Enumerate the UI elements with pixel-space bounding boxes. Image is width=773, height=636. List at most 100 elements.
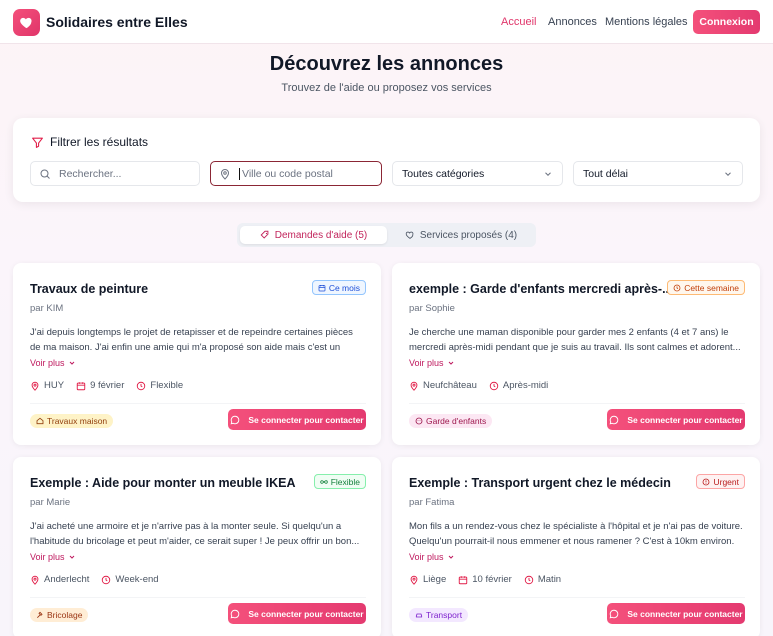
nav-accueil[interactable]: Accueil xyxy=(501,16,536,28)
category-tag: Travaux maison xyxy=(30,414,114,428)
calendar-icon xyxy=(76,381,86,390)
urgency-badge-label: Cette semaine xyxy=(684,282,739,293)
contact-button[interactable]: Se connecter pour contacter xyxy=(228,603,366,624)
listing-card: Travaux de peinture Ce mois par KIM J'ai… xyxy=(13,263,381,445)
message-icon xyxy=(609,609,619,618)
nav-annonces[interactable]: Annonces xyxy=(548,16,597,28)
clock-icon xyxy=(673,284,681,291)
category-tag-label: Garde d'enfants xyxy=(426,416,487,426)
map-pin-icon xyxy=(31,575,39,585)
card-divider xyxy=(409,597,745,598)
home-icon xyxy=(36,417,44,425)
date-label: 10 février xyxy=(472,574,512,585)
chevron-down-icon xyxy=(448,555,453,559)
time-label: Après-midi xyxy=(502,380,549,391)
listing-tabs: Demandes d'aide (5) Services proposés (4… xyxy=(237,223,536,247)
card-description: J'ai depuis longtemps le projet de retap… xyxy=(30,327,353,353)
chevron-down-icon xyxy=(725,171,731,176)
contact-button[interactable]: Se connecter pour contacter xyxy=(607,409,745,430)
listing-card: Exemple : Aide pour monter un meuble IKE… xyxy=(13,457,381,636)
see-more-link[interactable]: Voir plus xyxy=(409,552,455,562)
see-more-link[interactable]: Voir plus xyxy=(30,552,76,562)
time-item: Week-end xyxy=(101,574,159,585)
card-divider xyxy=(409,403,745,404)
urgency-badge-label: Urgent xyxy=(713,476,739,487)
alert-circle-icon xyxy=(703,478,710,485)
urgency-badge: Cette semaine xyxy=(667,280,745,295)
map-pin-icon xyxy=(410,381,418,391)
contact-button[interactable]: Se connecter pour contacter xyxy=(607,603,745,624)
filter-title: Filtrer les résultats xyxy=(31,135,148,149)
time-label: Week-end xyxy=(115,574,159,585)
card-title[interactable]: Exemple : Transport urgent chez le médec… xyxy=(409,476,671,490)
tab-services[interactable]: Services proposés (4) xyxy=(389,226,533,244)
card-title[interactable]: Travaux de peinture xyxy=(30,282,148,296)
baby-icon xyxy=(415,417,423,425)
delay-value: Tout délai xyxy=(583,167,628,180)
brand-name[interactable]: Solidaires entre Elles xyxy=(46,14,188,30)
heart-icon xyxy=(20,17,32,29)
tab-requests[interactable]: Demandes d'aide (5) xyxy=(240,226,387,244)
contact-button-label: Se connecter pour contacter xyxy=(248,608,364,619)
page-subtitle: Trouvez de l'aide ou proposez vos servic… xyxy=(281,82,492,94)
urgency-badge: Flexible xyxy=(313,474,366,489)
message-icon xyxy=(230,415,240,424)
city-input[interactable]: Ville ou code postal xyxy=(210,161,382,186)
card-title[interactable]: exemple : Garde d'enfants mercredi après… xyxy=(409,282,673,296)
hammer-icon xyxy=(37,611,43,618)
heart-icon xyxy=(405,231,414,239)
card-meta: HUY 9 février Flexible xyxy=(30,380,183,391)
tag-icon xyxy=(260,230,269,239)
card-author: par Marie xyxy=(30,497,71,508)
clock-icon xyxy=(524,575,534,584)
calendar-icon xyxy=(318,284,326,291)
map-pin-icon xyxy=(220,168,230,180)
filter-icon xyxy=(32,137,43,148)
city-placeholder: Ville ou code postal xyxy=(242,167,333,180)
search-icon xyxy=(40,169,50,179)
category-tag: Garde d'enfants xyxy=(409,414,493,428)
card-description: Mon fils a un rendez-vous chez le spécia… xyxy=(409,521,743,547)
card-author: par Fatima xyxy=(409,497,455,508)
calendar-icon xyxy=(459,575,468,584)
urgency-badge-label: Ce mois xyxy=(328,282,360,293)
category-value: Toutes catégories xyxy=(402,167,485,180)
see-more-label: Voir plus xyxy=(409,552,444,562)
top-header: Solidaires entre Elles Accueil Annonces … xyxy=(0,0,773,44)
search-input[interactable]: Rechercher... xyxy=(30,161,200,186)
nav-mentions-legales[interactable]: Mentions légales xyxy=(605,16,688,28)
category-tag-label: Transport xyxy=(426,610,463,620)
location-item: Anderlecht xyxy=(30,574,89,585)
urgency-badge: Urgent xyxy=(696,474,745,489)
listing-card: exemple : Garde d'enfants mercredi après… xyxy=(392,263,760,445)
location-label: Liège xyxy=(423,574,447,585)
card-author: par KIM xyxy=(30,303,64,314)
contact-button-label: Se connecter pour contacter xyxy=(627,414,743,425)
see-more-label: Voir plus xyxy=(409,358,444,368)
urgency-badge: Ce mois xyxy=(311,280,366,295)
login-button[interactable]: Connexion xyxy=(693,10,760,34)
clock-icon xyxy=(137,381,146,390)
clock-icon xyxy=(489,381,499,390)
contact-button-label: Se connecter pour contacter xyxy=(627,608,743,619)
contact-button[interactable]: Se connecter pour contacter xyxy=(228,409,366,430)
logo[interactable] xyxy=(13,9,40,36)
location-item: Neufchâteau xyxy=(409,380,477,391)
card-divider xyxy=(30,403,366,404)
category-select[interactable]: Toutes catégories xyxy=(392,161,563,186)
time-item: Flexible xyxy=(136,380,183,391)
category-tag: Bricolage xyxy=(30,608,89,622)
message-icon xyxy=(609,415,619,424)
see-more-link[interactable]: Voir plus xyxy=(409,358,455,368)
card-title[interactable]: Exemple : Aide pour monter un meuble IKE… xyxy=(30,476,296,490)
tab-services-label: Services proposés (4) xyxy=(419,229,518,241)
clock-icon xyxy=(102,575,111,584)
message-icon xyxy=(230,609,240,618)
delay-select[interactable]: Tout délai xyxy=(573,161,743,186)
search-placeholder: Rechercher... xyxy=(59,167,122,180)
location-item: HUY xyxy=(30,380,64,391)
tab-requests-label: Demandes d'aide (5) xyxy=(274,229,368,241)
date-item: 10 février xyxy=(458,574,512,585)
see-more-link[interactable]: Voir plus xyxy=(30,358,76,368)
location-label: Neufchâteau xyxy=(423,380,477,391)
